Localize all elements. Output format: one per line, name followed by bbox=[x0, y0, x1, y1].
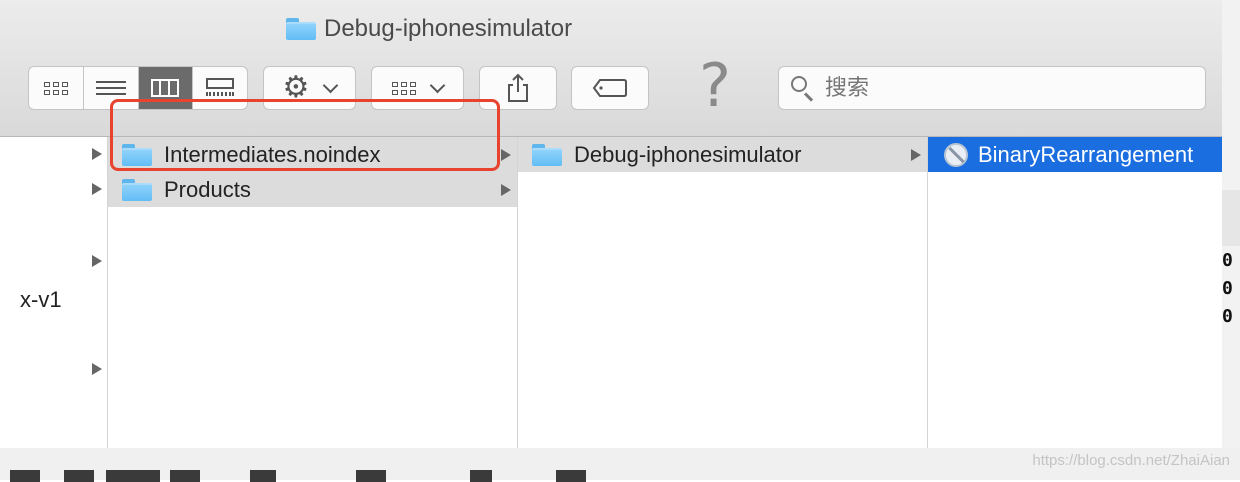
group-grid-icon bbox=[392, 81, 416, 95]
search-input[interactable] bbox=[823, 74, 1187, 102]
window-title-text: Debug-iphonesimulator bbox=[324, 15, 573, 42]
search-icon bbox=[791, 76, 815, 102]
folder-icon bbox=[286, 18, 316, 40]
column-2: Debug-iphonesimulator bbox=[518, 137, 928, 448]
gallery-view-icon bbox=[206, 78, 235, 98]
column-0[interactable]: x-v1 bbox=[0, 137, 108, 448]
background-text: 0 bbox=[1222, 306, 1233, 327]
tag-icon bbox=[592, 79, 627, 97]
background-toolbar-fragment bbox=[10, 470, 40, 482]
list-item-products[interactable]: Products bbox=[108, 172, 517, 207]
background-toolbar-fragment bbox=[470, 470, 492, 482]
column-view-icon bbox=[151, 79, 180, 97]
background-toolbar-fragment bbox=[64, 470, 94, 482]
annotation-highlight-box bbox=[110, 99, 500, 171]
disclosure-arrow-icon bbox=[92, 255, 102, 267]
icon-view-button[interactable] bbox=[29, 67, 84, 109]
partial-item-label[interactable]: x-v1 bbox=[20, 287, 62, 313]
background-window-edge bbox=[1222, 0, 1240, 448]
window-title: Debug-iphonesimulator bbox=[286, 14, 572, 44]
chevron-down-icon bbox=[429, 77, 446, 93]
list-item-binaryrearrangement[interactable]: BinaryRearrangement bbox=[928, 137, 1222, 172]
column-1: Intermediates.noindex Products bbox=[108, 137, 518, 448]
disclosure-arrow-icon bbox=[501, 148, 511, 161]
finder-window: Debug-iphonesimulator ⚙ ? 搜索 x-v1 Interm… bbox=[0, 0, 1223, 448]
help-icon[interactable]: ? bbox=[690, 51, 740, 121]
folder-icon bbox=[532, 143, 562, 166]
share-icon bbox=[508, 73, 528, 102]
list-item-debug-iphonesimulator[interactable]: Debug-iphonesimulator bbox=[518, 137, 927, 172]
disclosure-arrow-icon bbox=[92, 183, 102, 195]
background-toolbar-fragment bbox=[556, 470, 586, 482]
watermark-text: https://blog.csdn.net/ZhaiAian bbox=[1032, 452, 1230, 469]
app-icon bbox=[944, 142, 968, 167]
background-toolbar-fragment bbox=[106, 470, 160, 482]
background-toolbar-fragment bbox=[170, 470, 200, 482]
background-text: 0 bbox=[1222, 250, 1233, 271]
item-label: Products bbox=[164, 176, 251, 202]
disclosure-arrow-icon bbox=[92, 148, 102, 160]
background-toolbar-fragment bbox=[250, 470, 276, 482]
disclosure-arrow-icon bbox=[911, 148, 921, 161]
column-browser: x-v1 Intermediates.noindex Products Debu… bbox=[0, 137, 1222, 448]
search-field[interactable] bbox=[778, 66, 1206, 110]
disclosure-arrow-icon bbox=[92, 363, 102, 375]
chevron-down-icon bbox=[323, 77, 339, 93]
tag-button[interactable] bbox=[571, 66, 649, 110]
background-toolbar-fragment bbox=[356, 470, 386, 482]
folder-icon bbox=[122, 178, 152, 201]
item-label: Debug-iphonesimulator bbox=[574, 141, 802, 167]
list-view-icon bbox=[95, 77, 126, 99]
icon-view-icon bbox=[43, 81, 68, 95]
item-label: BinaryRearrangement bbox=[978, 141, 1194, 167]
background-text: 0 bbox=[1222, 278, 1233, 299]
column-3: BinaryRearrangement bbox=[928, 137, 1222, 448]
disclosure-arrow-icon bbox=[501, 183, 511, 196]
